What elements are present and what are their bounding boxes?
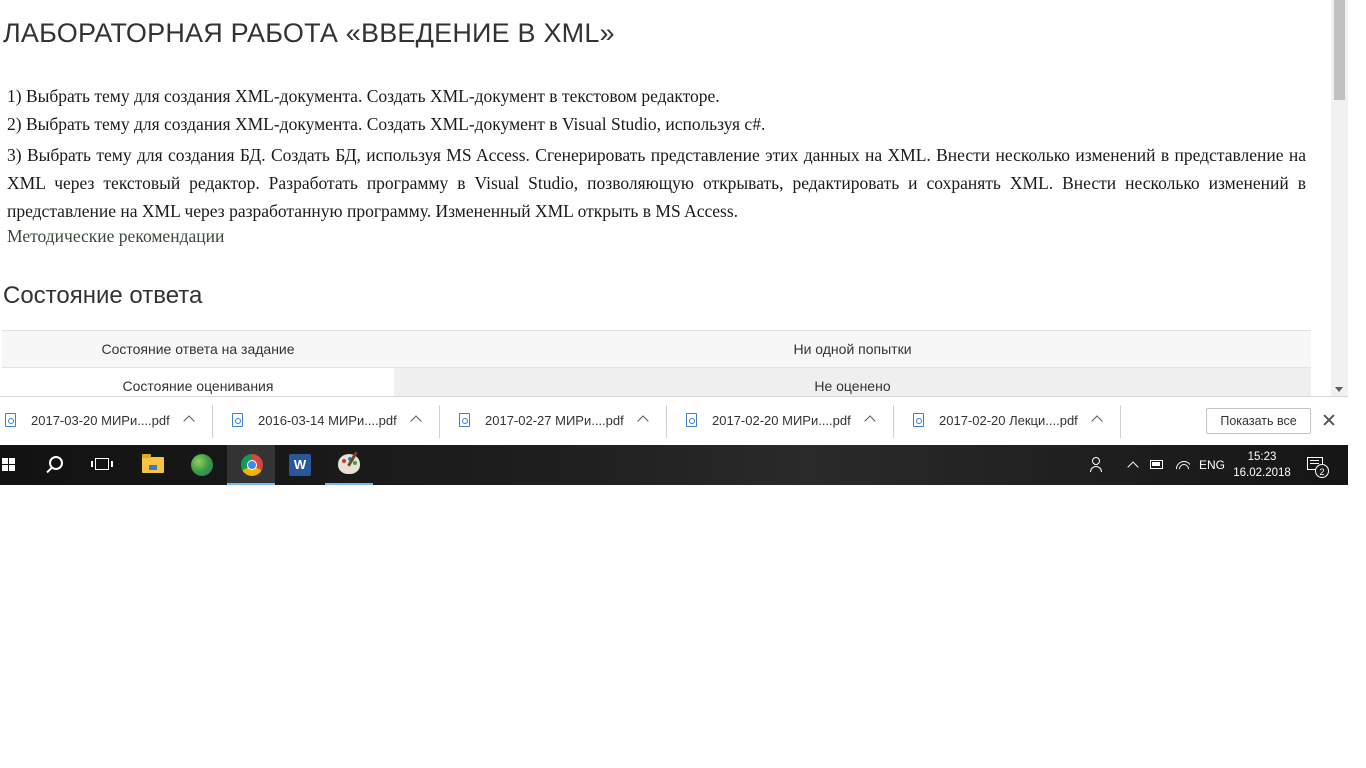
windows-start-icon	[2, 458, 16, 472]
search-button[interactable]	[32, 445, 80, 485]
pdf-file-icon	[232, 413, 243, 427]
task-item-1: 1) Выбрать тему для создания XML-докумен…	[7, 86, 720, 106]
download-item[interactable]: 2017-02-27 МИРи....pdf	[457, 402, 662, 440]
chevron-up-icon[interactable]	[1127, 461, 1139, 473]
download-filename: 2017-03-20 МИРи....pdf	[31, 413, 170, 428]
notification-count-badge: 2	[1315, 464, 1329, 478]
people-icon[interactable]	[1090, 457, 1104, 472]
pdf-file-icon	[913, 413, 924, 427]
clock-date: 16.02.2018	[1233, 467, 1291, 479]
clock[interactable]: 15:23 16.02.2018	[1230, 449, 1294, 481]
table-cell-value: Ни одной попытки	[394, 330, 1311, 368]
download-filename: 2017-02-27 МИРи....pdf	[485, 413, 624, 428]
download-item[interactable]: 2017-02-20 Лекци....pdf	[911, 402, 1116, 440]
clock-time: 15:23	[1247, 451, 1277, 463]
pdf-file-icon	[459, 413, 470, 427]
globe-icon	[191, 454, 213, 476]
paint-icon	[338, 454, 360, 474]
wifi-icon[interactable]	[1176, 459, 1190, 473]
download-filename: 2016-03-14 МИРи....pdf	[258, 413, 397, 428]
divider	[439, 405, 440, 438]
methodics-link[interactable]: Методические рекомендации	[7, 226, 224, 247]
folder-icon	[142, 454, 164, 473]
submission-status-table: Состояние ответа на задание Ни одной поп…	[2, 330, 1311, 396]
chevron-up-icon[interactable]	[410, 415, 422, 427]
language-indicator[interactable]: ENG	[1199, 458, 1225, 472]
task-view-icon	[91, 458, 113, 470]
table-row: Состояние ответа на задание Ни одной поп…	[2, 330, 1311, 368]
section-heading: Состояние ответа	[3, 282, 203, 309]
task-item-2: 2) Выбрать тему для создания XML-докумен…	[7, 114, 766, 134]
table-row: Состояние оценивания Не оценено	[2, 367, 1311, 396]
active-indicator	[227, 483, 275, 485]
download-filename: 2017-02-20 МИРи....pdf	[712, 413, 851, 428]
table-cell-value: Не оценено	[394, 367, 1311, 396]
chevron-up-icon[interactable]	[864, 415, 876, 427]
taskbar-app-word[interactable]: W	[276, 445, 324, 485]
divider	[1120, 405, 1121, 438]
taskbar-app-file-explorer[interactable]	[129, 445, 177, 485]
taskbar-app-paint[interactable]	[325, 445, 373, 485]
word-icon: W	[289, 454, 311, 476]
table-cell-label: Состояние оценивания	[2, 367, 394, 396]
page-title: ЛАБОРАТОРНАЯ РАБОТА «ВВЕДЕНИЕ В XML»	[3, 18, 615, 48]
pdf-file-icon	[686, 413, 697, 427]
running-indicator	[325, 483, 373, 485]
chevron-up-icon[interactable]	[637, 415, 649, 427]
scroll-thumb[interactable]	[1334, 0, 1345, 100]
chevron-up-icon[interactable]	[183, 415, 195, 427]
divider	[212, 405, 213, 438]
page-content: ЛАБОРАТОРНАЯ РАБОТА «ВВЕДЕНИЕ В XML» 1) …	[0, 0, 1331, 396]
scroll-down-arrow-icon[interactable]	[1335, 387, 1343, 392]
vertical-scrollbar[interactable]	[1331, 0, 1348, 396]
download-item[interactable]: 2017-03-20 МИРи....pdf	[3, 402, 208, 440]
download-filename: 2017-02-20 Лекци....pdf	[939, 413, 1078, 428]
download-item[interactable]: 2016-03-14 МИРи....pdf	[230, 402, 435, 440]
show-all-downloads-button[interactable]: Показать все	[1206, 408, 1311, 434]
task-view-button[interactable]	[79, 445, 127, 485]
download-item[interactable]: 2017-02-20 МИРи....pdf	[684, 402, 889, 440]
search-icon	[49, 456, 63, 470]
chevron-up-icon[interactable]	[1091, 415, 1103, 427]
taskbar: W ENG 15:23 16.02.2018 2	[0, 445, 1348, 485]
downloads-bar: 2017-03-20 МИРи....pdf 2016-03-14 МИРи..…	[0, 396, 1348, 445]
battery-icon[interactable]	[1150, 460, 1163, 469]
chrome-icon	[241, 454, 263, 476]
task-item-3: 3) Выбрать тему для создания БД. Создать…	[7, 145, 1306, 221]
taskbar-app-chrome[interactable]	[227, 445, 275, 485]
table-cell-label: Состояние ответа на задание	[2, 330, 394, 368]
divider	[666, 405, 667, 438]
divider	[893, 405, 894, 438]
pdf-file-icon	[5, 413, 16, 427]
close-icon[interactable]	[1322, 413, 1336, 427]
taskbar-app-browser[interactable]	[178, 445, 226, 485]
